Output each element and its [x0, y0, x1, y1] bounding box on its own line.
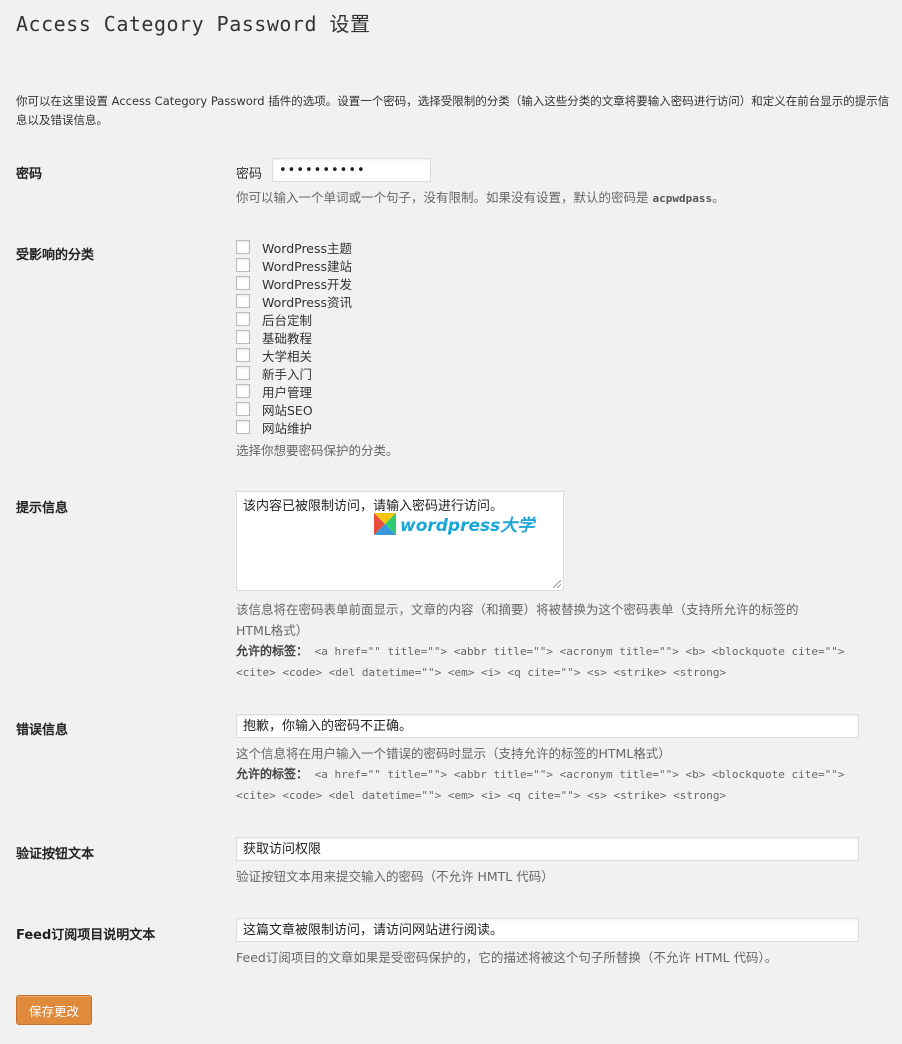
category-item: 网站维护 — [236, 418, 352, 436]
category-checkbox[interactable] — [236, 258, 250, 272]
category-item: 用户管理 — [236, 382, 352, 400]
category-item: WordPress开发 — [236, 274, 352, 292]
save-button[interactable]: 保存更改 — [16, 995, 92, 1025]
hint-tags-label: 允许的标签： — [236, 644, 309, 658]
intro-text: 你可以在这里设置 Access Category Password 插件的选项。… — [16, 94, 890, 127]
category-label: 新手入门 — [262, 366, 313, 382]
category-item: WordPress资讯 — [236, 292, 352, 310]
category-checkbox[interactable] — [236, 330, 250, 344]
category-label: WordPress主题 — [262, 240, 353, 256]
category-checkbox[interactable] — [236, 402, 250, 416]
category-label: 大学相关 — [262, 348, 313, 364]
error-desc: 这个信息将在用户输入一个错误的密码时显示（支持允许的标签的HTML格式） — [236, 746, 671, 761]
category-label: WordPress建站 — [262, 258, 353, 274]
category-checkbox[interactable] — [236, 240, 250, 254]
category-checkbox[interactable] — [236, 312, 250, 326]
feed-row-label: Feed订阅项目说明文本 — [16, 928, 156, 943]
hint-desc-line2: HTML格式） — [236, 623, 309, 638]
button-text-input[interactable]: 获取访问权限 — [236, 837, 859, 861]
hint-tags-line2: <cite> <code> <del datetime=""> <em> <i>… — [236, 666, 727, 679]
category-label: WordPress开发 — [262, 276, 353, 292]
category-label: 用户管理 — [262, 384, 313, 400]
category-checkbox[interactable] — [236, 276, 250, 290]
hint-tags-line1: <a href="" title=""> <abbr title=""> <ac… — [308, 645, 845, 658]
password-desc-text: 你可以输入一个单词或一个句子，没有限制。如果没有设置，默认的密码是 — [236, 190, 653, 205]
error-message-input[interactable]: 抱歉，你输入的密码不正确。 — [236, 714, 859, 738]
password-field-label: 密码 — [236, 167, 263, 182]
feed-text-input[interactable]: 这篇文章被限制访问，请访问网站进行阅读。 — [236, 918, 859, 942]
error-row-label: 错误信息 — [16, 723, 69, 738]
category-checkbox[interactable] — [236, 294, 250, 308]
category-item: 网站SEO — [236, 400, 352, 418]
feed-desc: Feed订阅项目的文章如果是受密码保护的，它的描述将被这个句子所替换（不允许 H… — [236, 950, 778, 965]
category-item: WordPress主题 — [236, 238, 352, 256]
error-allowed-tags: 允许的标签： <a href="" title=""> <abbr title=… — [236, 764, 844, 785]
password-input[interactable]: •••••••••• — [272, 158, 431, 182]
button-text-desc: 验证按钮文本用来提交输入的密码（不允许 HMTL 代码） — [236, 869, 554, 884]
hint-row-label: 提示信息 — [16, 501, 69, 516]
categories-desc: 选择你想要密码保护的分类。 — [236, 443, 399, 458]
error-tags-label: 允许的标签： — [236, 767, 309, 781]
hint-allowed-tags: 允许的标签： <a href="" title=""> <abbr title=… — [236, 641, 844, 662]
category-list: WordPress主题 WordPress建站 WordPress开发 Word… — [236, 238, 352, 436]
category-item: 后台定制 — [236, 310, 352, 328]
password-desc: 你可以输入一个单词或一个句子，没有限制。如果没有设置，默认的密码是 acpwdp… — [236, 187, 725, 209]
category-item: WordPress建站 — [236, 256, 352, 274]
category-checkbox[interactable] — [236, 348, 250, 362]
watermark-text: wordpress大学 — [400, 516, 535, 536]
resize-grip-icon[interactable] — [553, 580, 561, 588]
category-item: 基础教程 — [236, 328, 352, 346]
category-checkbox[interactable] — [236, 420, 250, 434]
button-text-row-label: 验证按钮文本 — [16, 847, 95, 862]
watermark-logo: wordpress大学 — [374, 511, 534, 536]
category-label: WordPress资讯 — [262, 294, 353, 310]
error-tags-line2: <cite> <code> <del datetime=""> <em> <i>… — [236, 789, 727, 802]
default-password: acpwdpass — [652, 192, 713, 205]
category-item: 大学相关 — [236, 346, 352, 364]
categories-row-label: 受影响的分类 — [16, 248, 95, 263]
category-item: 新手入门 — [236, 364, 352, 382]
hint-textarea[interactable]: 该内容已被限制访问，请输入密码进行访问。 — [236, 491, 564, 591]
category-checkbox[interactable] — [236, 366, 250, 380]
error-tags-line1: <a href="" title=""> <abbr title=""> <ac… — [308, 768, 845, 781]
hint-desc-line1: 该信息将在密码表单前面显示，文章的内容（和摘要）将被替换为这个密码表单（支持所允… — [236, 602, 799, 617]
page-title: Access Category Password 设置 — [16, 12, 371, 36]
category-label: 网站SEO — [262, 402, 313, 418]
wordpress-daxue-logo-icon — [374, 512, 396, 535]
category-label: 网站维护 — [262, 420, 313, 436]
category-label: 基础教程 — [262, 330, 313, 346]
password-row-label: 密码 — [16, 167, 43, 182]
password-desc-end: 。 — [712, 190, 725, 205]
category-label: 后台定制 — [262, 312, 313, 328]
category-checkbox[interactable] — [236, 384, 250, 398]
